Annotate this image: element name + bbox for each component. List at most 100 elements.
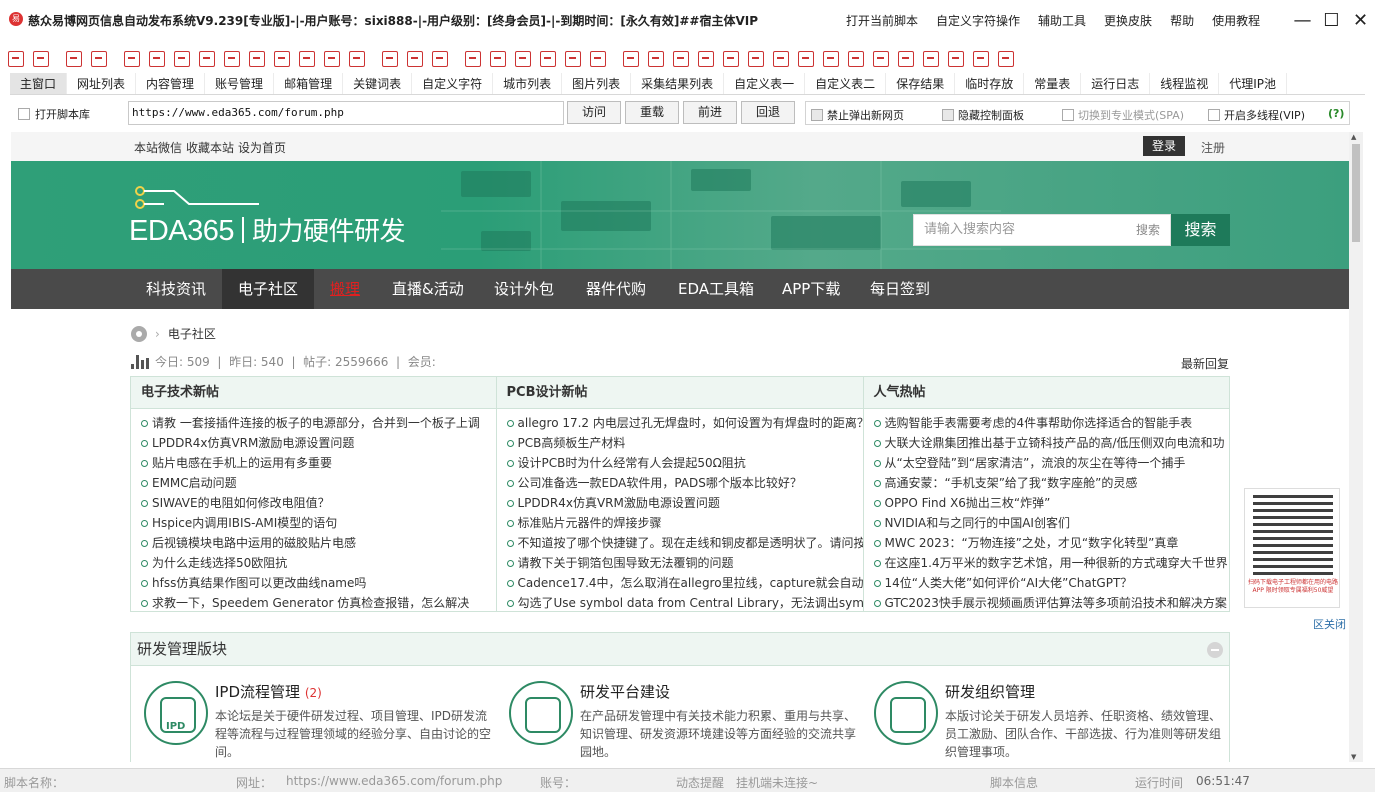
tab-main[interactable]: 主窗口: [10, 73, 68, 94]
option-multithread[interactable]: 开启多线程(VIP): [1208, 107, 1305, 123]
list-item[interactable]: 公司准备选一款EDA软件用，PADS哪个版本比较好？: [506, 473, 863, 493]
visit-button[interactable]: 访问: [567, 101, 621, 124]
spa-mode-checkbox[interactable]: [1062, 109, 1074, 121]
list-item[interactable]: 从“太空登陆”到“居家清洁”，流浪的灰尘在等待一个捕手: [873, 453, 1230, 473]
list-item[interactable]: allegro 17.2 内电层过孔无焊盘时，如何设置为有焊盘时的距离？: [506, 413, 863, 433]
nav-live[interactable]: 直播&活动: [376, 269, 480, 309]
box-icon[interactable]: [748, 51, 764, 67]
list-item[interactable]: 请教 一套接插件连接的板子的电源部分，合并到一个板子上调: [141, 413, 496, 433]
page-icon[interactable]: [382, 51, 398, 67]
list-item[interactable]: 14位“人类大佬”如何评价“AI大佬”ChatGPT？: [873, 573, 1230, 593]
option-spa-mode[interactable]: 切换到专业模式(SPA): [1062, 107, 1184, 123]
menu-skin[interactable]: 更换皮肤: [1104, 12, 1152, 29]
link-bookmark[interactable]: 收藏本站: [186, 139, 234, 156]
copy-icon[interactable]: [224, 51, 240, 67]
list-item[interactable]: Hspice内调用IBIS-AMI模型的语句: [141, 513, 496, 533]
move-down-icon[interactable]: [274, 51, 290, 67]
latest-reply-link[interactable]: 最新回复: [1181, 355, 1229, 372]
link-wechat[interactable]: 本站微信: [134, 139, 182, 156]
message-icon[interactable]: [773, 51, 789, 67]
list-item[interactable]: 贴片电感在手机上的运用有多重要: [141, 453, 496, 473]
settings-icon[interactable]: [998, 51, 1014, 67]
save-icon[interactable]: [33, 51, 49, 67]
login-button[interactable]: 登录: [1143, 136, 1185, 156]
register-link[interactable]: 注册: [1201, 139, 1225, 156]
list-item[interactable]: 大联大诠鼎集团推出基于立锜科技产品的高/低压侧双向电流和功: [873, 433, 1230, 453]
list-item[interactable]: NVIDIA和与之同行的中国AI创客们: [873, 513, 1230, 533]
window-icon[interactable]: [66, 51, 82, 67]
list-icon[interactable]: [91, 51, 107, 67]
upload-icon[interactable]: [149, 51, 165, 67]
image-icon[interactable]: [723, 51, 739, 67]
tab-custom-table-1[interactable]: 自定义表一: [724, 73, 806, 94]
list-item[interactable]: EMMC启动问题: [141, 473, 496, 493]
scroll-down-icon[interactable]: ▼: [1351, 753, 1356, 761]
nav-outsourcing[interactable]: 设计外包: [478, 269, 570, 309]
list-item[interactable]: 标准贴片元器件的焊接步骤: [506, 513, 863, 533]
open-lib-checkbox[interactable]: [18, 108, 30, 120]
forum-title[interactable]: 研发平台建设: [580, 681, 670, 702]
list-item[interactable]: 设计PCB时为什么经常有人会提起50Ω阻抗: [506, 453, 863, 473]
list-item[interactable]: 请教下关于铜箔包围导致无法覆铜的问题: [506, 553, 863, 573]
menu-open-script[interactable]: 打开当前脚本: [846, 12, 918, 29]
hide-panel-checkbox[interactable]: [942, 109, 954, 121]
multithread-checkbox[interactable]: [1208, 109, 1220, 121]
text-icon[interactable]: [648, 51, 664, 67]
scrollbar[interactable]: ▲ ▼: [1349, 132, 1363, 762]
list-item[interactable]: LPDDR4x仿真VRM激励电源设置问题: [141, 433, 496, 453]
list-item[interactable]: hfss仿真结果作图可以更改曲线name吗: [141, 573, 496, 593]
option-hide-panel[interactable]: 隐藏控制面板: [942, 107, 1024, 123]
table-icon[interactable]: [349, 51, 365, 67]
tab-save-results[interactable]: 保存结果: [886, 73, 956, 94]
grid-icon[interactable]: [432, 51, 448, 67]
site-logo[interactable]: EDA365 助力硬件研发: [129, 211, 406, 248]
tab-accounts[interactable]: 账号管理: [205, 73, 275, 94]
tab-mailbox[interactable]: 邮箱管理: [274, 73, 344, 94]
monitor-icon[interactable]: [948, 51, 964, 67]
proxy-icon[interactable]: [898, 51, 914, 67]
build-icon[interactable]: [515, 51, 531, 67]
list-item[interactable]: 高通安蒙：“手机支架”给了我“数字座舱”的灵感: [873, 473, 1230, 493]
ip-icon[interactable]: [848, 51, 864, 67]
edit-icon[interactable]: [249, 51, 265, 67]
doc-alt-icon[interactable]: [490, 51, 506, 67]
list-item[interactable]: OPPO Find X6抛出三枚“炸弹”: [873, 493, 1230, 513]
trash-icon[interactable]: [199, 51, 215, 67]
link-homepage[interactable]: 设为首页: [238, 139, 286, 156]
help-link[interactable]: (?): [1328, 107, 1344, 120]
search-button[interactable]: 搜索: [1171, 214, 1230, 246]
tab-proxy-pool[interactable]: 代理IP池: [1219, 73, 1288, 94]
tab-content[interactable]: 内容管理: [136, 73, 206, 94]
menu-help[interactable]: 帮助: [1170, 12, 1194, 29]
download-icon[interactable]: [124, 51, 140, 67]
list-item[interactable]: 为什么走线选择50欧阻抗: [141, 553, 496, 573]
list-item[interactable]: SIWAVE的电阻如何修改电阻值？: [141, 493, 496, 513]
page-alt-icon[interactable]: [407, 51, 423, 67]
vertical-icon[interactable]: [823, 51, 839, 67]
nav-special[interactable]: 搬理: [314, 269, 376, 309]
reload-button[interactable]: 重载: [625, 101, 679, 124]
nav-eda-tools[interactable]: EDA工具箱: [662, 269, 770, 309]
nav-community[interactable]: 电子社区: [222, 269, 315, 309]
back-button[interactable]: 回退: [741, 101, 795, 124]
forum-title[interactable]: IPD流程管理 (2): [215, 681, 322, 702]
import-icon[interactable]: [8, 51, 24, 67]
option-block-popups[interactable]: 禁止弹出新网页: [811, 107, 904, 123]
chart-line-icon[interactable]: [873, 51, 889, 67]
form-icon[interactable]: [324, 51, 340, 67]
minimize-icon[interactable]: —: [1288, 6, 1317, 34]
search-input[interactable]: 请输入搜索内容 搜索: [913, 214, 1171, 246]
list-item[interactable]: GTC2023快手展示视频画质评估算法等多项前沿技术和解决方案: [873, 593, 1230, 613]
list-item[interactable]: 选购智能手表需要考虑的4件事帮助你选择适合的智能手表: [873, 413, 1230, 433]
matrix-icon[interactable]: [565, 51, 581, 67]
tab-custom-table-2[interactable]: 自定义表二: [805, 73, 887, 94]
tab-images[interactable]: 图片列表: [562, 73, 632, 94]
calc-icon[interactable]: [698, 51, 714, 67]
num-icon[interactable]: [798, 51, 814, 67]
list-item[interactable]: 在这座1.4万平米的数字艺术馆，用一种很新的方式魂穿大千世界: [873, 553, 1230, 573]
tab-collect-results[interactable]: 采集结果列表: [631, 73, 725, 94]
card-icon[interactable]: [673, 51, 689, 67]
url-input[interactable]: https://www.eda365.com/forum.php: [128, 101, 564, 125]
menu-tools[interactable]: 辅助工具: [1038, 12, 1086, 29]
list-item[interactable]: MWC 2023：“万物连接”之处，才见“数字化转型”真章: [873, 533, 1230, 553]
